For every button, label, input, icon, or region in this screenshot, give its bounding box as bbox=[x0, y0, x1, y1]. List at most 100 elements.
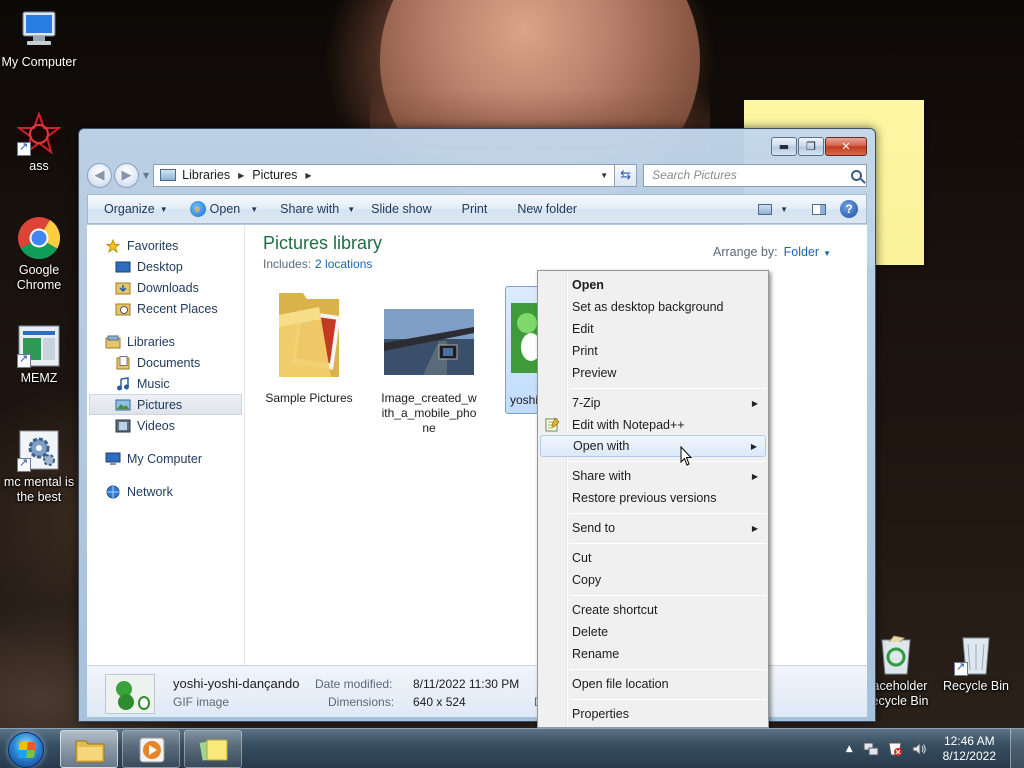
address-bar[interactable]: Libraries ▶ Pictures ▶ ▼ bbox=[153, 163, 616, 187]
details-date-value: 8/11/2022 11:30 PM bbox=[413, 677, 520, 691]
help-icon[interactable]: ? bbox=[840, 200, 858, 218]
file-item-mobile-image[interactable]: Image_created_with_a_mobile_phone bbox=[381, 285, 477, 436]
show-hidden-icons-button[interactable]: ▲ bbox=[846, 744, 853, 754]
menu-create-shortcut[interactable]: Create shortcut bbox=[540, 599, 766, 621]
sticky-notes-icon bbox=[199, 739, 228, 761]
forward-button[interactable]: ▶ bbox=[114, 162, 139, 188]
taskbar: ▲ 12:46 AM 8/12/2022 bbox=[0, 728, 1024, 768]
nav-network[interactable]: Network bbox=[87, 481, 244, 502]
search-placeholder: Search Pictures bbox=[652, 168, 737, 182]
desktop-icon-memz[interactable]: MEMZ bbox=[0, 324, 78, 386]
change-view-button[interactable]: ▼ bbox=[758, 203, 788, 215]
menu-cut[interactable]: Cut bbox=[540, 547, 766, 569]
desktop-icon-label: mc mental is the best bbox=[3, 475, 75, 504]
search-input[interactable]: Search Pictures bbox=[643, 163, 867, 187]
start-button[interactable] bbox=[8, 732, 44, 768]
nav-desktop[interactable]: Desktop bbox=[87, 256, 244, 277]
open-button[interactable]: e Open ▼ bbox=[189, 201, 258, 217]
taskbar-media-player-button[interactable] bbox=[122, 730, 180, 768]
music-icon bbox=[117, 376, 129, 390]
nav-recent-places[interactable]: Recent Places bbox=[87, 298, 244, 319]
menu-rename[interactable]: Rename bbox=[540, 643, 766, 665]
nav-documents[interactable]: Documents bbox=[87, 352, 244, 373]
menu-separator bbox=[569, 513, 766, 514]
organize-label: Organize bbox=[104, 202, 155, 216]
nav-my-computer[interactable]: My Computer bbox=[87, 448, 244, 469]
breadcrumb-pictures[interactable]: Pictures bbox=[252, 168, 297, 182]
search-icon[interactable] bbox=[851, 169, 862, 181]
menu-print[interactable]: Print bbox=[540, 340, 766, 362]
refresh-icon: ⇆ bbox=[620, 167, 632, 183]
back-button[interactable]: ◀ bbox=[87, 162, 112, 188]
taskbar-explorer-button[interactable] bbox=[60, 730, 118, 768]
nav-pictures[interactable]: Pictures bbox=[89, 394, 242, 415]
desktop-icon-recycle-bin[interactable]: Recycle Bin bbox=[937, 632, 1015, 694]
menu-preview[interactable]: Preview bbox=[540, 362, 766, 384]
menu-set-desktop-background[interactable]: Set as desktop background bbox=[540, 296, 766, 318]
chevron-down-icon[interactable]: ▼ bbox=[823, 249, 831, 258]
address-dropdown-icon[interactable]: ▼ bbox=[600, 171, 608, 180]
nav-label: Desktop bbox=[137, 259, 183, 274]
nav-music[interactable]: Music bbox=[87, 373, 244, 394]
menu-share-with[interactable]: Share with ▶ bbox=[540, 465, 766, 487]
maximize-icon: ❐ bbox=[806, 140, 816, 153]
breadcrumb-chevron-icon[interactable]: ▶ bbox=[305, 171, 311, 180]
nav-videos[interactable]: Videos bbox=[87, 415, 244, 436]
new-folder-button[interactable]: New folder bbox=[517, 202, 577, 216]
recent-pages-dropdown[interactable]: ▼ bbox=[143, 171, 149, 180]
file-name: Image_created_with_a_mobile_phone bbox=[381, 391, 477, 435]
nav-label: Favorites bbox=[127, 238, 179, 253]
submenu-arrow-icon: ▶ bbox=[751, 523, 758, 533]
mouse-cursor-icon bbox=[680, 446, 692, 466]
shortcut-arrow-icon bbox=[17, 352, 31, 368]
menu-send-to[interactable]: Send to ▶ bbox=[540, 517, 766, 539]
menu-edit[interactable]: Edit bbox=[540, 318, 766, 340]
gear-settings-icon bbox=[17, 428, 61, 472]
menu-restore-previous-versions[interactable]: Restore previous versions bbox=[540, 487, 766, 509]
preview-pane-button[interactable] bbox=[812, 203, 826, 215]
nav-favorites[interactable]: Favorites bbox=[87, 235, 244, 256]
menu-label: Share with bbox=[572, 469, 632, 483]
nav-downloads[interactable]: Downloads bbox=[87, 277, 244, 298]
clock[interactable]: 12:46 AM 8/12/2022 bbox=[943, 734, 996, 764]
desktop-icon-ass[interactable]: ass bbox=[0, 111, 78, 174]
nav-label: Videos bbox=[137, 418, 175, 433]
breadcrumb-chevron-icon[interactable]: ▶ bbox=[238, 171, 244, 180]
nav-libraries[interactable]: Libraries bbox=[87, 331, 244, 352]
show-desktop-button[interactable] bbox=[1010, 729, 1024, 768]
slide-show-button[interactable]: Slide show bbox=[371, 202, 431, 216]
menu-edit-with-notepadpp[interactable]: Edit with Notepad++ bbox=[540, 414, 766, 436]
volume-icon[interactable] bbox=[911, 741, 927, 757]
maximize-button[interactable]: ❐ bbox=[798, 137, 824, 156]
chevron-down-icon: ▼ bbox=[159, 204, 168, 214]
desktop-icon-my-computer[interactable]: My Computer bbox=[0, 8, 78, 70]
print-button[interactable]: Print bbox=[462, 202, 488, 216]
menu-7zip[interactable]: 7-Zip ▶ bbox=[540, 392, 766, 414]
details-dimensions-label: Dimensions: bbox=[328, 695, 395, 709]
desktop-icon-google-chrome[interactable]: Google Chrome bbox=[0, 216, 78, 293]
desktop-icon-label: My Computer bbox=[1, 55, 77, 69]
menu-copy[interactable]: Copy bbox=[540, 569, 766, 591]
network-tray-icon[interactable] bbox=[863, 741, 879, 757]
menu-open-file-location[interactable]: Open file location bbox=[540, 673, 766, 695]
file-item-sample-pictures[interactable]: Sample Pictures bbox=[261, 285, 357, 406]
share-with-button[interactable]: Share with ▼ bbox=[280, 202, 355, 216]
chrome-icon bbox=[17, 216, 61, 260]
menu-open[interactable]: Open bbox=[540, 274, 766, 296]
arrange-by-dropdown[interactable]: Folder bbox=[784, 245, 819, 259]
organize-button[interactable]: Organize ▼ bbox=[104, 202, 168, 216]
menu-delete[interactable]: Delete bbox=[540, 621, 766, 643]
pictures-folder-icon bbox=[160, 169, 177, 181]
documents-icon bbox=[116, 355, 130, 369]
refresh-button[interactable]: ⇆ bbox=[615, 163, 638, 187]
menu-open-with[interactable]: Open with ▶ bbox=[540, 435, 766, 457]
action-center-icon[interactable] bbox=[887, 741, 903, 757]
locations-link[interactable]: 2 locations bbox=[315, 257, 372, 271]
minimize-button[interactable]: ▬ bbox=[771, 137, 797, 156]
submenu-arrow-icon: ▶ bbox=[751, 398, 758, 408]
desktop-icon-mc-mental[interactable]: mc mental is the best bbox=[0, 428, 78, 505]
taskbar-sticky-notes-button[interactable] bbox=[184, 730, 242, 768]
menu-properties[interactable]: Properties bbox=[540, 703, 766, 725]
breadcrumb-libraries[interactable]: Libraries bbox=[182, 168, 230, 182]
close-button[interactable]: ✕ bbox=[825, 137, 867, 156]
